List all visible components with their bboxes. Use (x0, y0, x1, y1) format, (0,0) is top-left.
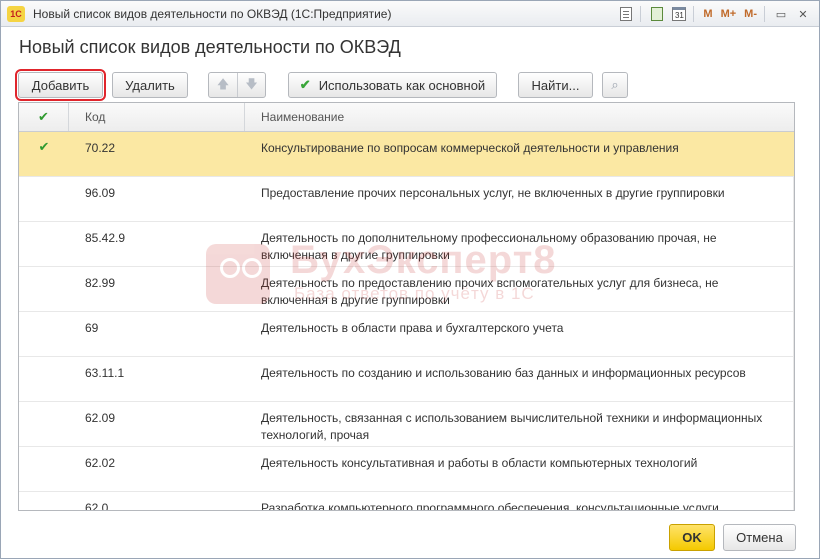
code-cell: 62.02 (85, 456, 116, 470)
memory-add-button[interactable]: M+ (718, 5, 740, 23)
check-icon: ✔ (38, 139, 50, 154)
calendar-icon[interactable]: 31 (669, 5, 689, 23)
move-up-icon[interactable]: 🡅 (209, 73, 237, 97)
form-title: Новый список видов деятельности по ОКВЭД (19, 37, 401, 57)
calculator-icon[interactable] (647, 5, 667, 23)
check-icon: ✔ (38, 109, 49, 124)
column-header-name[interactable]: Наименование (245, 103, 794, 131)
table-row[interactable]: 62.09 Деятельность, связанная с использов… (19, 402, 794, 447)
titlebar-tools: 31 M M+ M- ▭ ✕ (614, 4, 813, 24)
titlebar-separator (764, 6, 765, 22)
table-row[interactable]: 62.02 Деятельность консультативная и рабо… (19, 447, 794, 492)
move-buttons: 🡅 🡇 (208, 72, 266, 98)
name-cell: Предоставление прочих персональных услуг… (245, 177, 794, 221)
clear-find-icon[interactable]: ⌕ (602, 72, 628, 98)
use-as-main-button[interactable]: ✔ Использовать как основной (288, 72, 497, 98)
column-header-main[interactable]: ✔ (19, 103, 69, 131)
table-body: ✔ 70.22 Консультирование по вопросам комме… (19, 132, 794, 511)
name-cell: Деятельность консультативная и работы в … (245, 447, 794, 491)
memory-subtract-button[interactable]: M- (741, 5, 760, 23)
code-cell: 85.42.9 (85, 231, 126, 245)
main-flag-cell[interactable] (19, 492, 69, 510)
table-row[interactable]: 96.09 Предоставление прочих персональных … (19, 177, 794, 222)
main-flag-cell[interactable] (19, 402, 69, 446)
code-cell: 69 (85, 321, 99, 335)
activities-table: ✔ Код Наименование ✔ 70.22 Консультировани… (18, 102, 795, 511)
find-button[interactable]: Найти... (518, 72, 593, 98)
table-row[interactable]: 69 Деятельность в области права и бухгалт… (19, 312, 794, 357)
name-cell: Деятельность по дополнительному професси… (245, 222, 794, 266)
name-cell: Деятельность по созданию и использованию… (245, 357, 794, 401)
main-flag-cell[interactable] (19, 177, 69, 221)
code-cell: 70.22 (85, 141, 116, 155)
use-as-main-label: Использовать как основной (318, 77, 486, 93)
window-title: Новый список видов деятельности по ОКВЭД… (33, 7, 392, 21)
add-button[interactable]: Добавить (15, 69, 106, 101)
name-cell: Разработка компьютерного программного об… (245, 492, 794, 510)
dialog-window: 1С Новый список видов деятельности по ОК… (0, 0, 820, 559)
name-cell: Консультирование по вопросам коммерческо… (261, 141, 679, 155)
cancel-button[interactable]: Отмена (723, 524, 796, 551)
main-flag-cell[interactable] (19, 357, 69, 401)
code-cell: 63.11.1 (85, 366, 125, 380)
app-logo: 1С (7, 6, 25, 22)
name-cell: Деятельность по предоставлению прочих вс… (245, 267, 794, 311)
memory-store-button[interactable]: M (700, 5, 715, 23)
table-row[interactable]: 82.99 Деятельность по предоставлению проч… (19, 267, 794, 312)
table-row[interactable]: 63.11.1 Деятельность по созданию и исполь… (19, 357, 794, 402)
name-cell: Деятельность в области права и бухгалтер… (245, 312, 794, 356)
titlebar-separator (640, 6, 642, 22)
close-window-button[interactable]: ✕ (793, 5, 813, 23)
code-cell: 82.99 (85, 276, 116, 290)
document-icon[interactable] (616, 5, 636, 23)
code-cell: 62.0 (85, 501, 109, 511)
table-row[interactable]: ✔ 70.22 Консультирование по вопросам комме… (19, 132, 794, 177)
main-flag-cell[interactable] (19, 267, 69, 311)
restore-window-button[interactable]: ▭ (771, 5, 791, 23)
main-flag-cell[interactable] (19, 222, 69, 266)
name-cell: Деятельность, связанная с использованием… (245, 402, 794, 446)
table-header: ✔ Код Наименование (19, 103, 794, 132)
main-flag-cell[interactable]: ✔ (19, 132, 69, 176)
titlebar-separator (693, 6, 695, 22)
main-flag-cell[interactable] (19, 312, 69, 356)
move-down-icon[interactable]: 🡇 (237, 73, 265, 97)
main-flag-cell[interactable] (19, 447, 69, 491)
check-icon: ✔ (299, 77, 311, 92)
code-cell: 96.09 (85, 186, 116, 200)
delete-button[interactable]: Удалить (112, 72, 188, 98)
ok-button[interactable]: OK (669, 524, 715, 551)
table-row[interactable]: 62.0 Разработка компьютерного программног… (19, 492, 794, 511)
code-cell: 62.09 (85, 411, 116, 425)
title-bar: 1С Новый список видов деятельности по ОК… (1, 1, 819, 27)
table-row[interactable]: 85.42.9 Деятельность по дополнительному п… (19, 222, 794, 267)
column-header-code[interactable]: Код (69, 103, 245, 131)
